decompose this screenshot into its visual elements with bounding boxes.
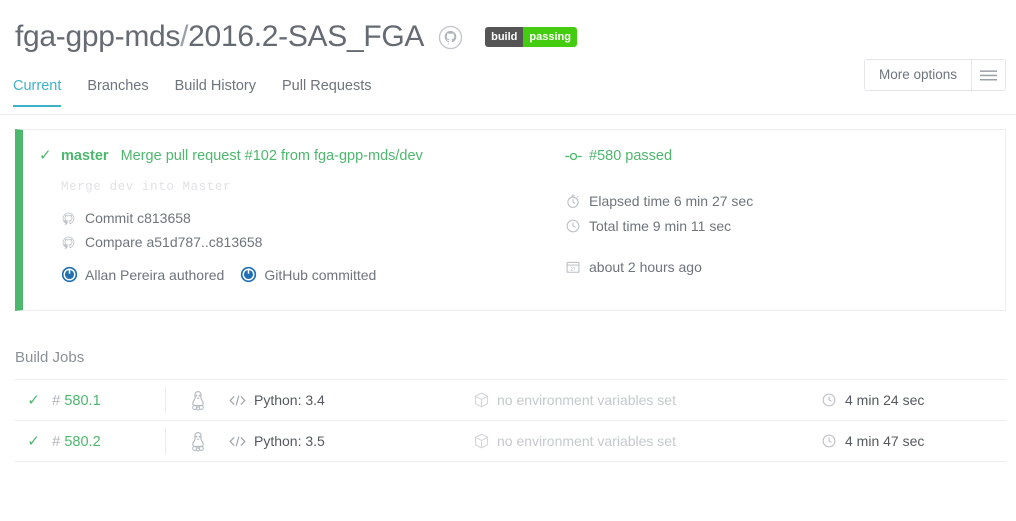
stopwatch-icon [565, 193, 589, 209]
commit-links: Commit c813658 Compare a51d787..c813658 [61, 206, 553, 254]
code-icon [229, 435, 246, 448]
page-header: fga-gpp-mds/2016.2-SAS_FGA build passing [0, 0, 1016, 56]
build-status-label[interactable]: #580 passed [589, 148, 672, 164]
hash-icon: # [52, 433, 60, 450]
check-icon: ✓ [39, 146, 61, 166]
branch-headline: ✓ master Merge pull request #102 from fg… [39, 146, 553, 166]
linux-tux-icon [166, 390, 229, 411]
badge-right-label: passing [523, 27, 577, 47]
clock-icon [821, 433, 837, 449]
job-language-label: Python: 3.4 [254, 392, 325, 408]
build-status-row: #580 passed [565, 146, 1005, 166]
badge-left-label: build [485, 27, 523, 47]
build-summary-right: #580 passed Elapsed time 6 min 27 sec [553, 130, 1005, 310]
job-env-label: no environment variables set [497, 392, 676, 408]
finished-at-row: 27 about 2 hours ago [565, 255, 1005, 279]
build-timing: Elapsed time 6 min 27 sec Total time 9 m… [565, 188, 1005, 238]
code-icon [229, 394, 246, 407]
build-jobs-table: ✓ # 580.1 [15, 379, 1006, 462]
branch-name[interactable]: master [61, 146, 109, 166]
repo-owner[interactable]: fga-gpp-mds [15, 20, 180, 53]
clock-icon [821, 392, 837, 408]
clock-icon [565, 218, 589, 234]
build-jobs-title: Build Jobs [15, 349, 1016, 366]
hamburger-icon[interactable] [971, 60, 1005, 90]
total-time-label: Total time 9 min 11 sec [589, 218, 731, 234]
calendar-icon: 27 [565, 259, 589, 275]
job-number[interactable]: # 580.2 [52, 433, 165, 450]
github-icon[interactable] [438, 25, 463, 50]
commit-description: Merge dev into Master [61, 180, 553, 194]
title-separator: / [180, 20, 188, 53]
check-icon: ✓ [15, 432, 52, 450]
job-number-label[interactable]: 580.1 [64, 393, 100, 409]
svg-text:27: 27 [571, 267, 576, 272]
tab-branches[interactable]: Branches [87, 78, 148, 105]
author-label[interactable]: Allan Pereira authored [85, 267, 224, 283]
job-duration: 4 min 47 sec [821, 433, 1006, 449]
commit-message[interactable]: Merge pull request #102 from fga-gpp-mds… [121, 146, 423, 166]
job-language: Python: 3.4 [229, 392, 474, 408]
job-env: no environment variables set [474, 433, 821, 449]
commit-link-label[interactable]: Commit c813658 [85, 210, 191, 226]
author-chunk: Allan Pereira authored [61, 266, 224, 283]
more-options-button[interactable]: More options [864, 59, 1006, 91]
tab-build-history[interactable]: Build History [175, 78, 256, 105]
build-summary-left: ✓ master Merge pull request #102 from fg… [23, 130, 553, 310]
check-icon: ✓ [15, 391, 52, 409]
committer-label[interactable]: GitHub committed [264, 267, 376, 283]
avatar [240, 266, 257, 283]
page-title: fga-gpp-mds/2016.2-SAS_FGA [15, 18, 424, 56]
more-options-label: More options [865, 60, 971, 90]
job-language-label: Python: 3.5 [254, 433, 325, 449]
commit-link-row[interactable]: Commit c813658 [61, 206, 553, 230]
git-commit-icon [565, 151, 589, 162]
tab-current[interactable]: Current [13, 78, 61, 107]
table-row[interactable]: ✓ # 580.2 [15, 421, 1006, 462]
job-duration-label: 4 min 47 sec [845, 433, 924, 449]
committer-chunk: GitHub committed [240, 266, 376, 283]
build-summary-panel: ✓ master Merge pull request #102 from fg… [15, 129, 1006, 311]
tab-pull-requests[interactable]: Pull Requests [282, 78, 371, 105]
elapsed-time-label: Elapsed time 6 min 27 sec [589, 193, 753, 209]
github-icon [61, 235, 85, 250]
avatar [61, 266, 78, 283]
job-duration-label: 4 min 24 sec [845, 392, 924, 408]
build-status-badge[interactable]: build passing [485, 27, 577, 47]
job-language: Python: 3.5 [229, 433, 474, 449]
job-env: no environment variables set [474, 392, 821, 408]
travis-build-page: fga-gpp-mds/2016.2-SAS_FGA build passing… [0, 0, 1016, 521]
linux-tux-icon [166, 431, 229, 452]
cube-icon [474, 392, 489, 408]
elapsed-time-row: Elapsed time 6 min 27 sec [565, 188, 1005, 213]
job-env-label: no environment variables set [497, 433, 676, 449]
repo-name[interactable]: 2016.2-SAS_FGA [188, 20, 424, 53]
nav-tabbar: Current Branches Build History Pull Requ… [0, 78, 1016, 115]
job-duration: 4 min 24 sec [821, 392, 1006, 408]
hash-icon: # [52, 392, 60, 409]
cube-icon [474, 433, 489, 449]
compare-link-row[interactable]: Compare a51d787..c813658 [61, 230, 553, 254]
job-number-label[interactable]: 580.2 [64, 434, 100, 450]
github-icon [61, 211, 85, 226]
table-row[interactable]: ✓ # 580.1 [15, 380, 1006, 421]
compare-link-label[interactable]: Compare a51d787..c813658 [85, 234, 262, 250]
total-time-row: Total time 9 min 11 sec [565, 213, 1005, 238]
job-number[interactable]: # 580.1 [52, 392, 165, 409]
authors-row: Allan Pereira authored GitHub committed [61, 266, 553, 283]
finished-at-label: about 2 hours ago [589, 259, 702, 275]
